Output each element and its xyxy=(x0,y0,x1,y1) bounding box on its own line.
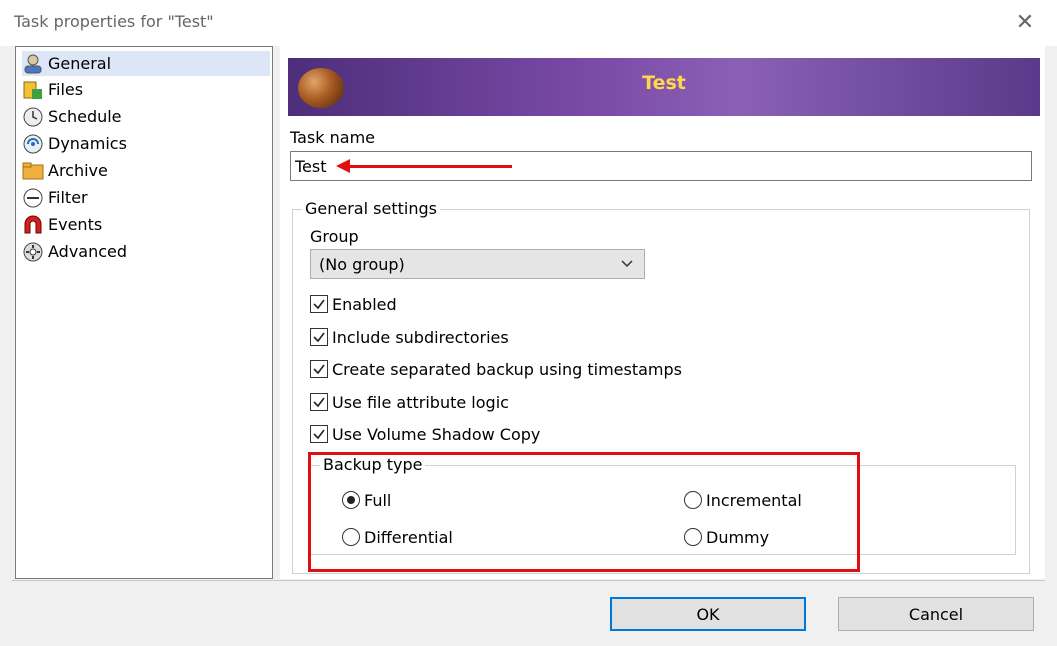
sidebar-item-label: Events xyxy=(48,215,103,234)
general-user-icon xyxy=(22,53,44,75)
cancel-button[interactable]: Cancel xyxy=(838,597,1034,631)
sidebar: General Files Schedule Dynamics Archive xyxy=(15,46,273,579)
sidebar-item-files[interactable]: Files xyxy=(22,77,270,102)
chevron-down-icon xyxy=(620,256,634,274)
sidebar-item-label: Files xyxy=(48,80,84,99)
checkbox-label: Include subdirectories xyxy=(332,327,509,347)
annotation-arrow-head xyxy=(336,159,350,173)
checkbox-label: Use file attribute logic xyxy=(332,392,509,412)
sidebar-item-label: Filter xyxy=(48,188,88,207)
include-subdirectories-checkbox[interactable]: Include subdirectories xyxy=(310,324,509,350)
annotation-arrow xyxy=(342,165,512,168)
checkbox-box[interactable] xyxy=(310,360,328,378)
file-attribute-logic-checkbox[interactable]: Use file attribute logic xyxy=(310,389,509,415)
sidebar-item-general[interactable]: General xyxy=(22,51,270,76)
files-icon xyxy=(22,79,44,101)
checkbox-box[interactable] xyxy=(310,425,328,443)
sidebar-item-events[interactable]: Events xyxy=(22,212,270,237)
task-banner: Test xyxy=(288,58,1040,116)
sidebar-item-label: Schedule xyxy=(48,107,122,126)
checkbox-label: Use Volume Shadow Copy xyxy=(332,424,541,444)
events-magnet-icon xyxy=(22,214,44,236)
sidebar-item-label: General xyxy=(48,54,112,73)
sidebar-item-filter[interactable]: Filter xyxy=(22,185,270,210)
schedule-clock-icon xyxy=(22,106,44,128)
sidebar-item-label: Archive xyxy=(48,161,108,180)
close-icon[interactable]: ✕ xyxy=(1011,10,1039,38)
checkbox-box[interactable] xyxy=(310,393,328,411)
checkbox-label: Create separated backup using timestamps xyxy=(332,359,682,379)
task-name-label: Task name xyxy=(290,128,375,147)
sidebar-item-advanced[interactable]: Advanced xyxy=(22,239,270,264)
ok-button[interactable]: OK xyxy=(610,597,806,631)
task-properties-dialog: Task properties for "Test" ✕ General Fil… xyxy=(0,0,1057,646)
window-title: Task properties for "Test" xyxy=(14,12,214,31)
title-bar: Task properties for "Test" ✕ xyxy=(0,0,1057,46)
sidebar-item-label: Dynamics xyxy=(48,134,127,153)
annotation-highlight-box xyxy=(308,452,860,572)
volume-shadow-copy-checkbox[interactable]: Use Volume Shadow Copy xyxy=(310,421,540,447)
group-select[interactable]: (No group) xyxy=(310,249,645,279)
checkbox-label: Enabled xyxy=(332,294,397,314)
checkbox-box[interactable] xyxy=(310,328,328,346)
enabled-checkbox[interactable]: Enabled xyxy=(310,291,397,317)
group-select-value: (No group) xyxy=(319,254,405,274)
sidebar-item-archive[interactable]: Archive xyxy=(22,158,270,183)
advanced-gear-icon xyxy=(22,241,44,263)
group-label: Group xyxy=(310,227,359,246)
sidebar-item-dynamics[interactable]: Dynamics xyxy=(22,131,270,156)
banner-title: Test xyxy=(642,72,686,94)
archive-folder-icon xyxy=(22,160,44,182)
separated-backup-checkbox[interactable]: Create separated backup using timestamps xyxy=(310,356,682,382)
dynamics-icon xyxy=(22,133,44,155)
sidebar-item-label: Advanced xyxy=(48,242,128,261)
sidebar-item-schedule[interactable]: Schedule xyxy=(22,104,270,129)
checkbox-box[interactable] xyxy=(310,295,328,313)
filter-icon xyxy=(22,187,44,209)
general-settings-label: General settings xyxy=(302,199,440,218)
